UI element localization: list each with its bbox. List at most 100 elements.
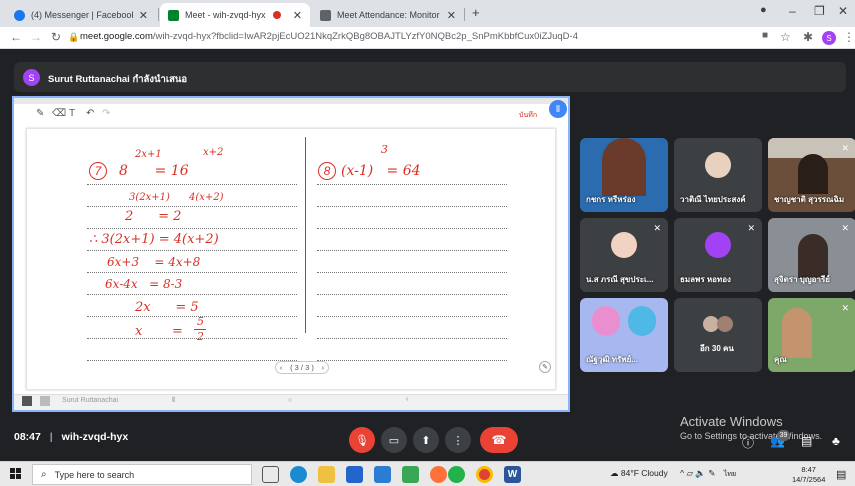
tab-attendance[interactable]: Meet Attendance: Monitor ✕ (312, 3, 464, 27)
bookmark-star-icon[interactable]: ☆ (780, 30, 791, 44)
footer-presenter-name: Surut Ruttanachai (62, 397, 119, 404)
eraser-tool-icon[interactable]: ⌫ (52, 108, 66, 119)
search-placeholder: Type here to search (54, 469, 135, 480)
tray-overflow-icon[interactable]: ^ (680, 468, 684, 478)
ruled-line (317, 294, 507, 295)
network-icon[interactable]: ▱ (687, 468, 694, 478)
page-next-icon[interactable]: › (322, 363, 325, 372)
minimize-icon[interactable]: – (789, 4, 796, 18)
browser-menu-icon[interactable]: ⋮ (843, 30, 855, 44)
close-window-icon[interactable]: ✕ (838, 4, 848, 18)
pen-settings-icon[interactable]: ✎ (539, 361, 551, 373)
forward-icon[interactable]: → (30, 30, 42, 44)
equation-line-3: 2 = 2 (125, 209, 182, 224)
info-icon[interactable]: ⓘ (742, 434, 754, 451)
taskbar-search[interactable]: ⌕ Type here to search (32, 464, 252, 485)
lock-icon[interactable]: 🔒 (68, 32, 79, 43)
ruled-line (87, 272, 297, 273)
task-view-icon[interactable] (262, 466, 279, 483)
shared-screen[interactable]: ✎ ⌫ T ↶ ↷ บันทึก ⦀ 7 2x+1 x+2 8 = 16 3(2… (12, 96, 570, 412)
mic-off-icon: ✕ (841, 143, 849, 153)
participant-name: วาติณี ไทยประสงค์ (680, 195, 746, 204)
tab-meet[interactable]: Meet - wih-zvqd-hyx ✕ (160, 3, 310, 27)
weather-text[interactable]: 84°F Cloudy (621, 468, 668, 478)
profile-avatar[interactable]: S (822, 31, 836, 45)
camera-in-use-icon[interactable]: ■ (762, 30, 768, 41)
redo-icon[interactable]: ↷ (102, 108, 110, 119)
participant-tile[interactable]: ✕ สุจิตรา บุญอารีย์ (768, 218, 855, 292)
participant-video (798, 234, 828, 278)
mail-icon[interactable] (374, 466, 391, 483)
participant-tile[interactable]: ✕ ชาญชาติ สุวรรณฉิม (768, 138, 855, 212)
tab-separator (464, 8, 465, 21)
tab-messenger[interactable]: (4) Messenger | Facebook ✕ (6, 3, 156, 27)
participant-tile[interactable]: วาติณี ไทยประสงค์ (674, 138, 762, 212)
ruled-line (317, 228, 507, 229)
participant-tile[interactable]: ✕ น.ส ภรณี สุขประเ... (580, 218, 668, 292)
tab-close-icon[interactable]: ✕ (447, 9, 456, 22)
equation-line-5: 6x+3 = 4x+8 (107, 255, 201, 269)
user-thumbnail-icon (40, 396, 50, 406)
line-icon[interactable] (448, 466, 465, 483)
firefox-icon[interactable] (430, 466, 447, 483)
participant-name: ณัฐวุฒิ ทรัพย์... (586, 355, 638, 364)
mic-toggle-button[interactable]: 🎙 (349, 427, 375, 453)
new-tab-button[interactable]: + (472, 5, 480, 20)
more-participants-tile[interactable]: อีก 30 คน (674, 298, 762, 372)
back-icon[interactable]: ← (10, 30, 22, 44)
page-prev-icon[interactable]: ‹ (280, 363, 283, 372)
page-indicator[interactable]: ‹ ( 3 / 3 ) › (275, 361, 329, 374)
participant-tile[interactable]: ✕ คุณ (768, 298, 855, 372)
android-back-icon[interactable]: ‹ (406, 396, 408, 403)
participant-tile[interactable]: ณัฐวุฒิ ทรัพย์... (580, 298, 668, 372)
undo-icon[interactable]: ↶ (86, 108, 94, 119)
audio-level-icon: ⦀ (549, 100, 567, 118)
column-divider (305, 137, 306, 333)
whiteboard-page[interactable]: 7 2x+1 x+2 8 = 16 3(2x+1) 4(x+2) 2 = 2 ∴… (26, 128, 556, 390)
meeting-code: wih-zvqd-hyx (61, 431, 129, 443)
extensions-icon[interactable]: ✱ (803, 30, 813, 44)
save-button[interactable]: บันทึก (519, 110, 537, 121)
participant-avatar (705, 152, 731, 178)
leave-call-button[interactable]: ☎ (480, 427, 518, 453)
file-explorer-icon[interactable] (318, 466, 335, 483)
present-button[interactable]: ⬆ (413, 427, 439, 453)
ruled-line (317, 184, 507, 185)
participant-video (628, 306, 656, 336)
word-icon[interactable]: W (504, 466, 521, 483)
edge-icon[interactable] (290, 466, 307, 483)
participant-tile[interactable]: ✕ ธมลพร หอทอง (674, 218, 762, 292)
chat-icon[interactable]: ▤ (801, 434, 812, 448)
camera-toggle-button[interactable]: ▭ (381, 427, 407, 453)
url-field[interactable]: meet.google.com/wih-zvqd-hyx?fbclid=IwAR… (80, 31, 578, 42)
pen-workspace-icon[interactable]: ✎ (708, 468, 715, 478)
tab-close-icon[interactable]: ✕ (139, 9, 148, 22)
start-button[interactable] (10, 468, 22, 480)
participant-name: ธมลพร หอทอง (680, 275, 731, 284)
ruled-line (317, 272, 507, 273)
store-icon[interactable] (346, 466, 363, 483)
pen-tool-icon[interactable]: ✎ (36, 108, 44, 119)
volume-icon[interactable]: 🔈 (695, 468, 706, 478)
restore-icon[interactable]: ❐ (814, 4, 825, 18)
chrome-icon[interactable] (476, 466, 493, 483)
participant-tile[interactable]: กชกร หรีหร่อง (580, 138, 668, 212)
activities-icon[interactable]: ♣ (832, 434, 840, 448)
android-recents-icon[interactable]: ⦀ (172, 397, 175, 405)
weather-icon[interactable]: ☁ (610, 468, 619, 478)
clock-time: 8:47 (801, 465, 816, 474)
app-icon[interactable] (402, 466, 419, 483)
ruled-line (317, 206, 507, 207)
text-tool-icon[interactable]: T (69, 108, 75, 119)
input-language[interactable]: ไทย (724, 471, 736, 478)
android-home-icon[interactable]: ○ (288, 397, 292, 404)
tab-close-icon[interactable]: ✕ (293, 9, 302, 22)
default-avatar-icon (705, 232, 731, 258)
reload-icon[interactable]: ↻ (51, 30, 61, 44)
media-control-icon[interactable]: ● (760, 4, 767, 16)
more-options-button[interactable]: ⋮ (445, 427, 471, 453)
tab-label: Meet - wih-zvqd-hyx (185, 10, 266, 20)
notification-icon[interactable]: ▤ (836, 468, 846, 481)
clock-date: 14/7/2564 (792, 475, 826, 484)
taskbar-clock[interactable]: 8:47 14/7/2564 (792, 465, 825, 485)
